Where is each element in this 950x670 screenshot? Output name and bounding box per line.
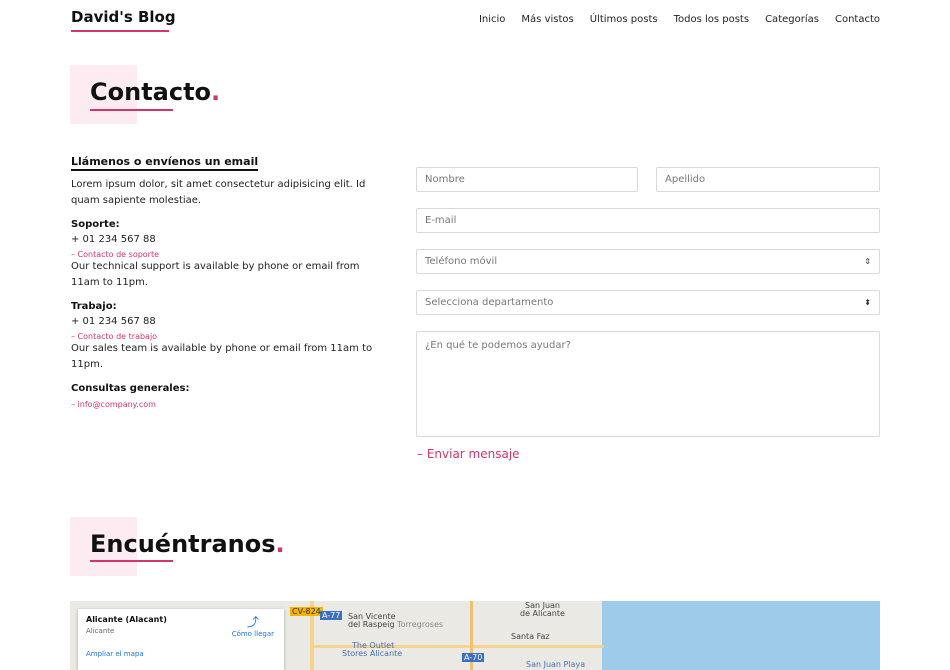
- site-brand[interactable]: David's Blog: [71, 8, 176, 26]
- nav-todos-los-posts[interactable]: Todos los posts: [674, 14, 749, 25]
- map-label-stores: Stores Alicante: [342, 649, 403, 658]
- directions-icon: ⤴: [246, 615, 259, 629]
- work-text: Our sales team is available by phone or …: [71, 343, 373, 370]
- support-text: Our technical support is available by ph…: [71, 261, 360, 288]
- general-email-link[interactable]: – info@company.com: [71, 400, 391, 409]
- map-place-subtitle: Alicante: [86, 627, 115, 635]
- contact-subtitle: Llámenos o envíenos un email: [71, 155, 259, 171]
- nav-mas-vistos[interactable]: Más vistos: [521, 14, 573, 25]
- road-sign-a70: A-70: [462, 653, 485, 662]
- phone-input[interactable]: Teléfono móvil ⇕: [416, 249, 880, 274]
- work-phone: + 01 234 567 88: [71, 316, 156, 327]
- road-sign-a77: A-77: [320, 611, 343, 620]
- work-link[interactable]: – Contacto de trabajo: [71, 332, 391, 341]
- directions-button[interactable]: ⤴ Cómo llegar: [232, 613, 274, 638]
- general-label: Consultas generales:: [71, 383, 190, 394]
- nav-inicio[interactable]: Inicio: [479, 14, 505, 25]
- support-link[interactable]: – Contacto de soporte: [71, 250, 391, 259]
- nav-ultimos-posts[interactable]: Últimos posts: [590, 14, 658, 25]
- directions-label: Cómo llegar: [231, 630, 274, 638]
- nav-categorias[interactable]: Categorías: [765, 14, 819, 25]
- support-label: Soporte:: [71, 219, 120, 230]
- section-title: Encuéntranos.: [90, 530, 285, 558]
- last-name-input[interactable]: Apellido: [656, 167, 880, 192]
- nav-contacto[interactable]: Contacto: [835, 14, 880, 25]
- first-name-input[interactable]: Nombre: [416, 167, 638, 192]
- main-nav: Inicio Más vistos Últimos posts Todos lo…: [479, 14, 880, 25]
- send-message-button[interactable]: – Enviar mensaje: [417, 447, 520, 461]
- stepper-icon[interactable]: ⇕: [864, 257, 871, 266]
- department-select[interactable]: Selecciona departamento ⬍: [416, 290, 880, 315]
- select-chevron-icon: ⬍: [864, 298, 871, 307]
- section-title-underline: [90, 560, 173, 562]
- map-sea: [602, 601, 880, 670]
- title-underline: [90, 109, 173, 111]
- work-label: Trabajo:: [71, 301, 117, 312]
- page-title: Contacto.: [90, 78, 221, 106]
- message-textarea[interactable]: ¿En qué te podemos ayudar?: [416, 331, 880, 437]
- map-place-title: Alicante (Alacant): [86, 615, 167, 624]
- map-label-santa-faz: Santa Faz: [511, 632, 550, 641]
- map-place-card: Alicante (Alacant) Alicante Ampliar el m…: [78, 609, 284, 670]
- road-sign-cv824: CV-824: [290, 607, 323, 616]
- map-label-san-juan-playa: San Juan Playa: [526, 660, 586, 669]
- embedded-map[interactable]: CV-824 A-77 San Vicente del Raspeig Torr…: [70, 601, 880, 670]
- brand-underline: [71, 30, 169, 32]
- map-label-raspeig: del Raspeig Torregroses: [348, 620, 444, 629]
- enlarge-map-link[interactable]: Ampliar el mapa: [86, 650, 144, 658]
- contact-intro: Lorem ipsum dolor, sit amet consectetur …: [71, 179, 366, 206]
- email-input[interactable]: E-mail: [416, 208, 880, 233]
- map-label-de-alicante: de Alicante: [520, 609, 565, 618]
- contact-info: Llámenos o envíenos un email Lorem ipsum…: [71, 150, 391, 409]
- support-phone: + 01 234 567 88: [71, 234, 156, 245]
